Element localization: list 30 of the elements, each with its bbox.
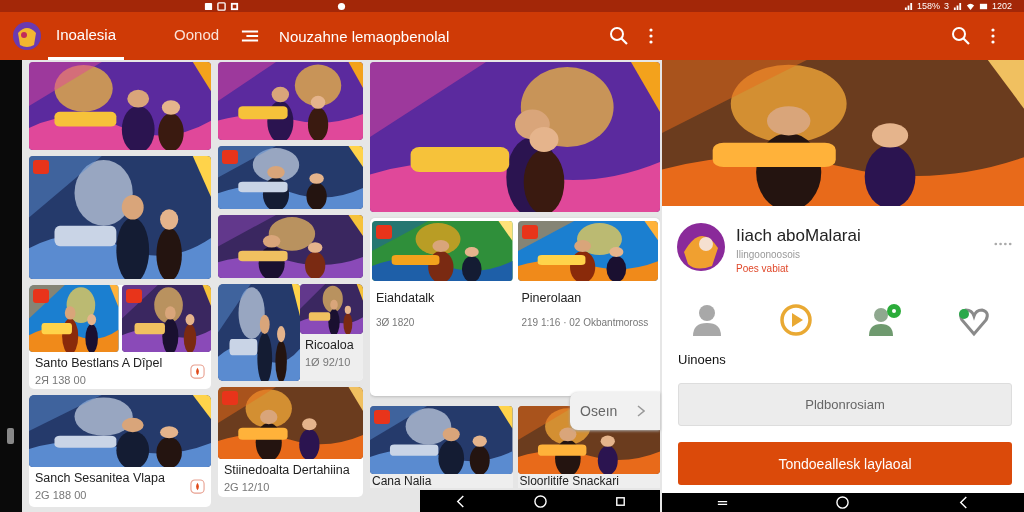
game-title: Santo Bestlans A Dîpel	[35, 356, 164, 370]
game-meta: 2G 12/10	[224, 481, 271, 493]
battery-percent: 158%	[916, 0, 940, 12]
game-meta: 3Ø 1820	[376, 317, 416, 328]
signal-count: 3	[943, 0, 949, 12]
game-card[interactable]: Sanch Sesanitea Vlapa 2G 188 00	[29, 395, 211, 507]
game-meta: 1Ø 92/10	[304, 356, 352, 368]
game-card[interactable]: Stiinedoalta Dertahiina 2G 12/10	[218, 387, 363, 497]
game-meta: 2Я 138 00	[35, 374, 87, 386]
primary-button[interactable]: Tondoeallesk laylaoal	[678, 442, 1012, 485]
action-label: Uinoens	[678, 352, 727, 367]
game-title: Sanch Sesanitea Vlapa	[35, 471, 166, 485]
game-card[interactable]: Ricoaloa 1Ø 92/10	[218, 284, 363, 381]
game-card[interactable]: Santo Bestlans A Dîpel 2Я 138 00	[29, 285, 211, 389]
game-title: Ricoaloa	[304, 338, 355, 352]
open-button[interactable]: Oseın	[570, 392, 660, 430]
game-title[interactable]: Eiahdatalk	[376, 291, 513, 305]
tab[interactable]: Oonod	[166, 12, 228, 60]
game-meta: 2G 188 00	[35, 489, 88, 501]
game-title[interactable]: Pinerolaan	[521, 291, 658, 305]
game-title: Stiinedoalta Dertahiina	[224, 463, 351, 477]
game-meta: 219 1:16 · 02 Okbantmoross	[521, 317, 650, 328]
app-bar-title: Nouzahne lemaopbenolal	[279, 27, 450, 45]
game-title[interactable]: Cana Nalia	[372, 474, 513, 488]
game-tag: Poes vabiat	[736, 263, 994, 274]
secondary-button[interactable]: Pldbonrosiam	[678, 383, 1012, 426]
developer-name: Ilingoonoosois	[736, 249, 801, 260]
clock: 1202	[991, 0, 1012, 12]
game-title: Iiach aboMalarai	[736, 226, 862, 246]
game-title[interactable]: Sloorlitife Snackari	[519, 474, 660, 488]
